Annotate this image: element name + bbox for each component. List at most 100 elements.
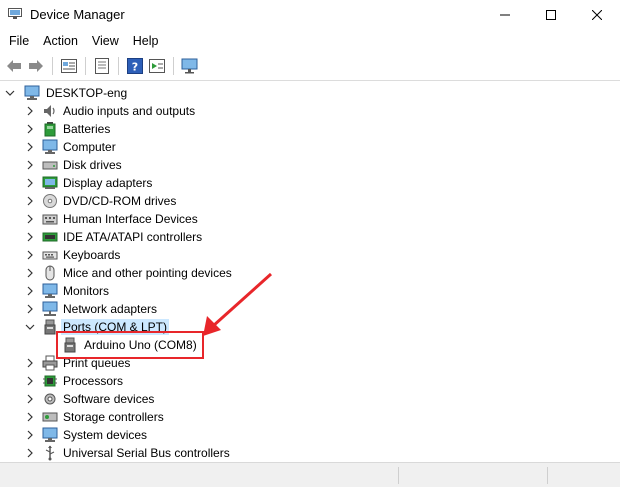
- chevron-right-icon[interactable]: [24, 285, 36, 297]
- tree-item-monitors[interactable]: Monitors: [24, 282, 111, 300]
- tree-item-label: Network adapters: [63, 302, 158, 316]
- details-button[interactable]: [147, 56, 167, 76]
- tree-item-network[interactable]: Network adapters: [24, 300, 159, 318]
- tree-item-label: Processors: [63, 374, 124, 388]
- minimize-button[interactable]: [482, 0, 528, 30]
- close-icon: [592, 10, 602, 20]
- view-icon: [95, 58, 109, 74]
- toolbar: ?: [0, 52, 620, 80]
- tree-item-label: Software devices: [63, 392, 155, 406]
- tree-item-processors[interactable]: Processors: [24, 372, 125, 390]
- chevron-right-icon[interactable]: [24, 303, 36, 315]
- chevron-right-icon[interactable]: [24, 393, 36, 405]
- window-title: Device Manager: [30, 7, 125, 22]
- tree-item-system-devices[interactable]: System devices: [24, 426, 149, 444]
- tree-item-disk-drives[interactable]: Disk drives: [24, 156, 124, 174]
- tree-item-label: Monitors: [63, 284, 110, 298]
- menu-file[interactable]: File: [2, 30, 36, 52]
- tree-item-label: DVD/CD-ROM drives: [63, 194, 177, 208]
- display-adapter-icon: [42, 175, 58, 191]
- tree-item-storage[interactable]: Storage controllers: [24, 408, 166, 426]
- storage-controller-icon: [42, 409, 58, 425]
- details-icon: [149, 59, 165, 73]
- tree-item-dvd[interactable]: DVD/CD-ROM drives: [24, 192, 178, 210]
- chevron-right-icon[interactable]: [24, 375, 36, 387]
- chevron-right-icon[interactable]: [24, 195, 36, 207]
- chevron-right-icon[interactable]: [24, 105, 36, 117]
- system-device-icon: [42, 427, 58, 443]
- chevron-right-icon[interactable]: [24, 429, 36, 441]
- scan-hardware-button[interactable]: [180, 56, 200, 76]
- tree-item-batteries[interactable]: Batteries: [24, 120, 112, 138]
- chevron-right-icon[interactable]: [24, 267, 36, 279]
- chevron-right-icon[interactable]: [24, 249, 36, 261]
- tree-item-display-adapters[interactable]: Display adapters: [24, 174, 154, 192]
- properties-button[interactable]: [59, 56, 79, 76]
- scan-hardware-icon: [181, 58, 198, 74]
- close-button[interactable]: [574, 0, 620, 30]
- tree-item-computer[interactable]: Computer: [24, 138, 118, 156]
- tree-item-label: Human Interface Devices: [63, 212, 198, 226]
- computer-icon: [42, 139, 58, 155]
- status-bar: [0, 462, 620, 487]
- chevron-right-icon[interactable]: [24, 231, 36, 243]
- title-bar: Device Manager: [0, 0, 620, 30]
- properties-icon: [61, 59, 77, 73]
- chevron-right-icon[interactable]: [24, 177, 36, 189]
- toolbar-separator: [52, 57, 53, 75]
- toolbar-separator: [85, 57, 86, 75]
- tree-item-software-devices[interactable]: Software devices: [24, 390, 156, 408]
- chevron-right-icon[interactable]: [24, 159, 36, 171]
- back-button[interactable]: [4, 56, 24, 76]
- tree-item-ide[interactable]: IDE ATA/ATAPI controllers: [24, 228, 204, 246]
- tree-item-label: Computer: [63, 140, 116, 154]
- hid-icon: [42, 211, 58, 227]
- tree-item-label: Batteries: [63, 122, 111, 136]
- annotation-arrow-icon: [203, 272, 273, 336]
- disk-drive-icon: [42, 157, 58, 173]
- menu-view[interactable]: View: [85, 30, 126, 52]
- annotation-highlight-box: [56, 331, 204, 359]
- chevron-down-icon[interactable]: [4, 87, 16, 99]
- tree-item-usb[interactable]: Universal Serial Bus controllers: [24, 444, 232, 462]
- menu-action[interactable]: Action: [36, 30, 85, 52]
- chevron-right-icon[interactable]: [24, 411, 36, 423]
- tree-item-hid[interactable]: Human Interface Devices: [24, 210, 200, 228]
- tree-item-label: Universal Serial Bus controllers: [63, 446, 230, 460]
- help-button[interactable]: ?: [125, 56, 145, 76]
- back-icon: [7, 60, 21, 72]
- tree-item-label: IDE ATA/ATAPI controllers: [63, 230, 203, 244]
- tree-item-label: Disk drives: [63, 158, 122, 172]
- maximize-icon: [546, 10, 556, 20]
- forward-icon: [29, 60, 43, 72]
- desktop-computer-icon: [24, 85, 40, 101]
- toolbar-separator: [118, 57, 119, 75]
- tree-item-label: Audio inputs and outputs: [63, 104, 196, 118]
- chevron-right-icon[interactable]: [24, 141, 36, 153]
- monitor-icon: [42, 283, 58, 299]
- status-segment: [398, 467, 399, 484]
- maximize-button[interactable]: [528, 0, 574, 30]
- software-device-icon: [42, 391, 58, 407]
- status-segment: [547, 467, 548, 484]
- forward-button[interactable]: [26, 56, 46, 76]
- tree-root[interactable]: DESKTOP-eng: [4, 84, 129, 102]
- speaker-icon: [42, 103, 58, 119]
- tree-item-label: System devices: [63, 428, 148, 442]
- chevron-down-icon[interactable]: [24, 321, 36, 333]
- tree-item-audio[interactable]: Audio inputs and outputs: [24, 102, 197, 120]
- usb-icon: [42, 445, 58, 461]
- chevron-right-icon[interactable]: [24, 123, 36, 135]
- chevron-right-icon[interactable]: [24, 213, 36, 225]
- tree-item-keyboards[interactable]: Keyboards: [24, 246, 122, 264]
- menu-help[interactable]: Help: [126, 30, 166, 52]
- processor-icon: [42, 373, 58, 389]
- chevron-right-icon[interactable]: [24, 447, 36, 459]
- view-button[interactable]: [92, 56, 112, 76]
- device-tree: DESKTOP-eng Audio inputs and outputs Bat…: [0, 80, 620, 462]
- menu-bar: File Action View Help: [0, 30, 620, 52]
- chevron-right-icon[interactable]: [24, 357, 36, 369]
- tree-item-label: Display adapters: [63, 176, 153, 190]
- device-manager-icon: [8, 8, 22, 20]
- battery-icon: [42, 121, 58, 137]
